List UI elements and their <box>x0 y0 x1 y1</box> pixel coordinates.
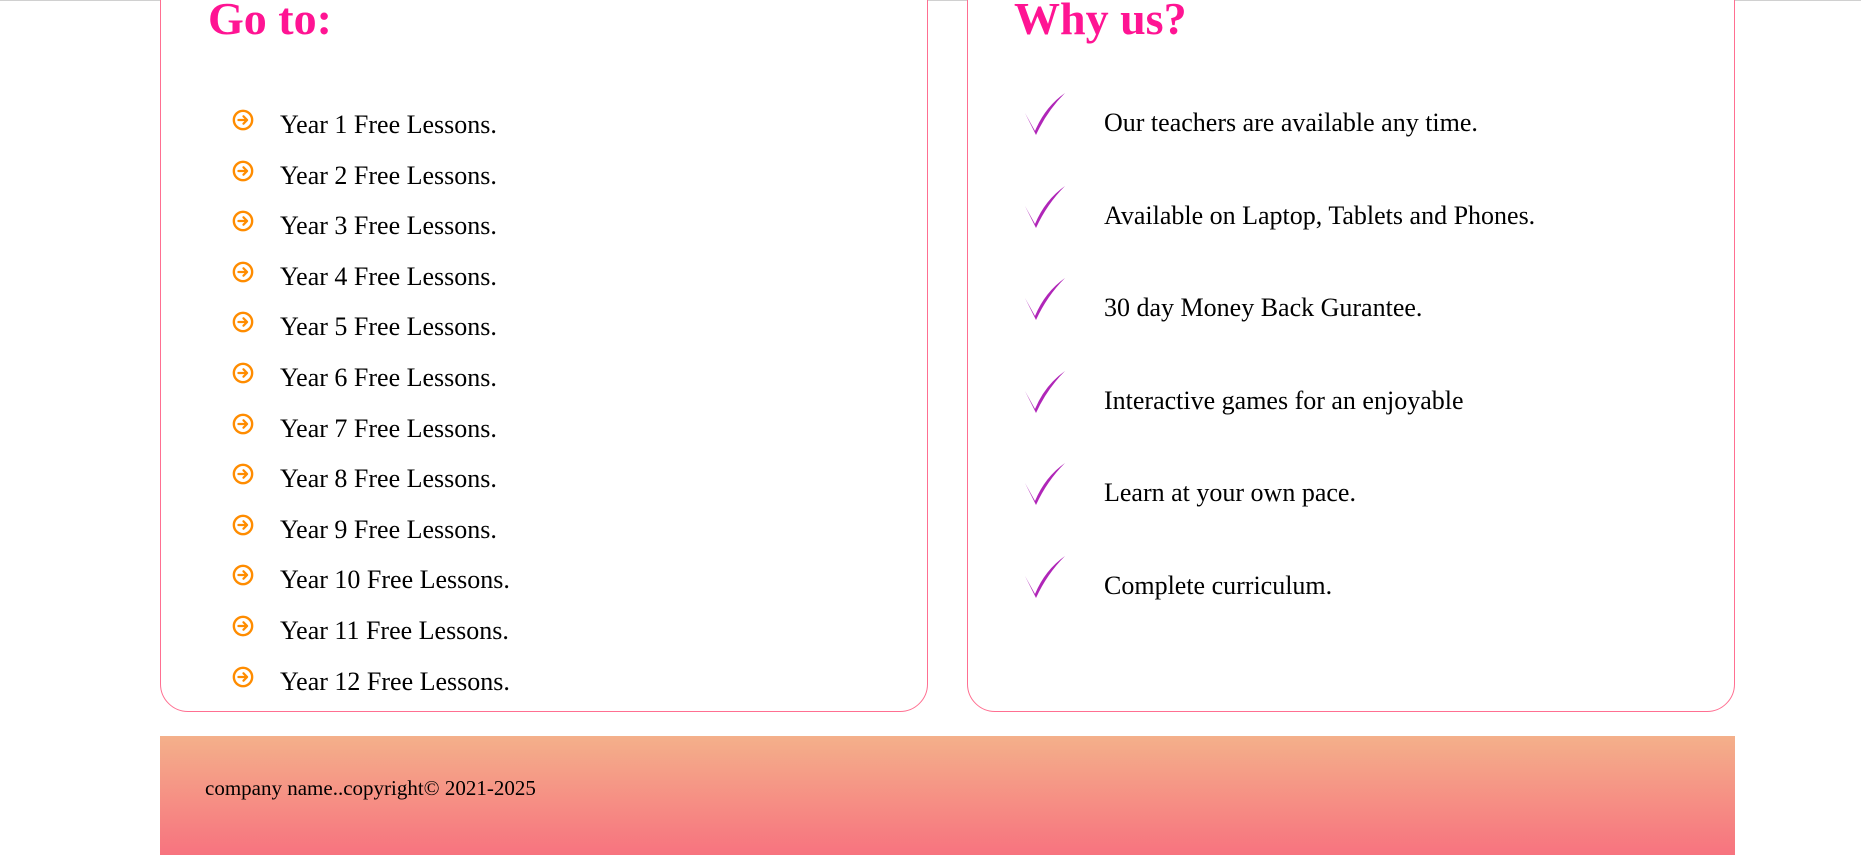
why-us-item: Our teachers are available any time. <box>1023 93 1478 138</box>
goto-link[interactable]: Year 12 Free Lessons. <box>232 666 510 697</box>
why-us-item-label: Available on Laptop, Tablets and Phones. <box>1104 200 1536 230</box>
why-us-item-label: Our teachers are available any time. <box>1104 108 1478 137</box>
why-us-title: Why us? <box>1014 0 1187 44</box>
goto-link[interactable]: Year 5 Free Lessons. <box>232 312 497 342</box>
goto-link-label: Year 5 Free Lessons. <box>280 312 497 342</box>
arrow-circle-right-icon <box>232 362 254 384</box>
why-us-item-label: Complete curriculum. <box>1104 571 1333 600</box>
goto-link-label: Year 11 Free Lessons. <box>280 616 509 645</box>
arrow-circle-right-icon <box>232 463 254 485</box>
goto-link-label: Year 3 Free Lessons. <box>280 211 497 241</box>
goto-link-label: Year 4 Free Lessons. <box>280 261 497 291</box>
goto-link-label: Year 7 Free Lessons. <box>280 413 497 443</box>
footer: company name..copyright© 2021-2025 <box>160 736 1735 855</box>
goto-link[interactable]: Year 1 Free Lessons. <box>232 109 497 140</box>
arrow-circle-right-icon <box>232 109 254 131</box>
arrow-circle-right-icon <box>232 261 254 283</box>
goto-link[interactable]: Year 9 Free Lessons. <box>232 514 497 545</box>
arrow-circle-right-icon <box>232 413 254 434</box>
arrow-circle-right-icon <box>232 666 254 687</box>
arrow-circle-right-icon <box>232 160 254 181</box>
goto-link-label: Year 6 Free Lessons. <box>280 363 497 392</box>
why-us-item: Complete curriculum. <box>1023 556 1333 601</box>
checkmark-icon <box>1025 93 1065 135</box>
checkmark-icon <box>1025 185 1065 228</box>
goto-link[interactable]: Year 10 Free Lessons. <box>232 565 510 595</box>
why-us-item: 30 day Money Back Gurantee. <box>1023 278 1423 323</box>
why-us-item: Learn at your own pace. <box>1023 463 1356 508</box>
why-us-item: Available on Laptop, Tablets and Phones. <box>1023 185 1536 231</box>
goto-link[interactable]: Year 6 Free Lessons. <box>232 362 497 393</box>
arrow-circle-right-icon <box>232 312 254 333</box>
arrow-circle-right-icon <box>232 514 254 536</box>
why-us-item: Interactive games for an enjoyable <box>1023 370 1464 416</box>
goto-link-label: Year 10 Free Lessons. <box>280 565 510 595</box>
goto-link[interactable]: Year 3 Free Lessons. <box>232 210 497 241</box>
why-us-item-label: Interactive games for an enjoyable <box>1104 385 1464 415</box>
goto-card: Go to: Year 1 Free Lessons. Year 2 Free L… <box>160 0 928 712</box>
why-us-item-label: 30 day Money Back Gurantee. <box>1104 293 1423 323</box>
goto-link[interactable]: Year 8 Free Lessons. <box>232 463 497 494</box>
why-us-item-label: Learn at your own pace. <box>1104 478 1356 508</box>
checkmark-icon <box>1025 370 1065 413</box>
arrow-circle-right-icon <box>232 615 254 637</box>
arrow-circle-right-icon <box>232 210 254 232</box>
checkmark-icon <box>1025 556 1065 598</box>
goto-link[interactable]: Year 4 Free Lessons. <box>232 261 497 292</box>
checkmark-icon <box>1025 463 1065 506</box>
arrow-circle-right-icon <box>232 565 254 586</box>
goto-link[interactable]: Year 7 Free Lessons. <box>232 413 497 444</box>
goto-title: Go to: <box>208 0 332 44</box>
goto-link-label: Year 2 Free Lessons. <box>280 160 497 190</box>
copyright-text: company name..copyright© 2021-2025 <box>205 776 536 800</box>
goto-link[interactable]: Year 2 Free Lessons. <box>232 160 497 191</box>
goto-link-label: Year 9 Free Lessons. <box>280 514 497 544</box>
goto-link-label: Year 12 Free Lessons. <box>280 666 510 696</box>
goto-link-label: Year 8 Free Lessons. <box>280 464 497 494</box>
goto-link-label: Year 1 Free Lessons. <box>280 110 497 139</box>
why-us-card: Why us? Our teachers are available any t… <box>967 0 1735 712</box>
checkmark-icon <box>1025 278 1065 321</box>
goto-link[interactable]: Year 11 Free Lessons. <box>232 615 509 646</box>
